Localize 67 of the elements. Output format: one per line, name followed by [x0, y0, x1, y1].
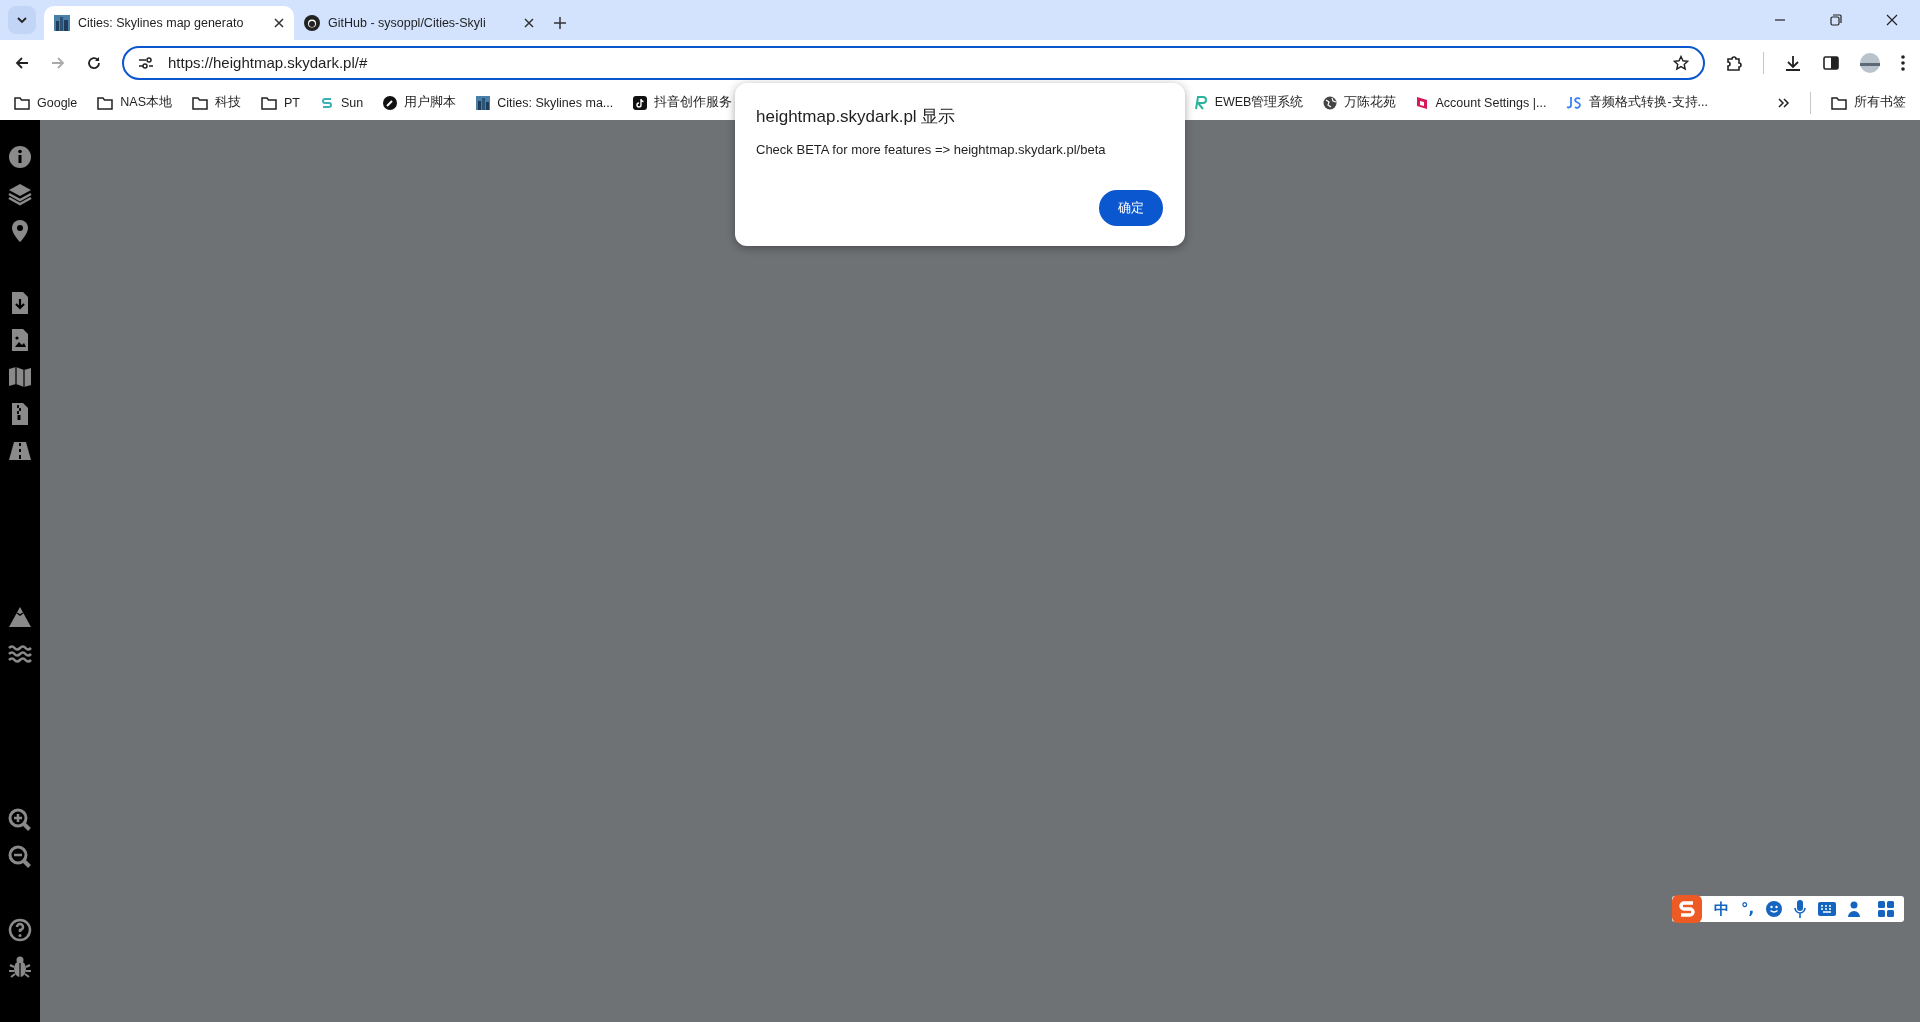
folder-icon [1831, 95, 1847, 110]
close-icon[interactable] [524, 18, 534, 28]
bookmark-item[interactable]: 科技 [192, 94, 241, 111]
road-icon[interactable] [8, 439, 32, 463]
folder-icon [192, 95, 208, 110]
map-icon[interactable] [8, 365, 32, 389]
more-menu-icon[interactable] [1900, 53, 1906, 72]
close-icon[interactable] [1886, 14, 1898, 26]
punctuation-toggle[interactable]: °, [1741, 900, 1755, 918]
reload-icon[interactable] [86, 54, 102, 71]
back-arrow-icon[interactable] [14, 54, 30, 71]
bookmark-item[interactable]: Sun [320, 95, 364, 110]
download-icon[interactable] [1784, 53, 1802, 72]
url-text: https://heightmap.skydark.pl/# [168, 54, 368, 71]
bookmark-item[interactable]: EWEB管理系统 [1191, 94, 1304, 111]
js-logo-icon [1566, 95, 1583, 110]
address-bar[interactable]: https://heightmap.skydark.pl/# [122, 45, 1705, 80]
bookmark-item[interactable]: 万陈花苑 [1323, 94, 1397, 111]
new-tab-icon[interactable] [554, 17, 566, 29]
smiley-icon[interactable] [1766, 901, 1783, 917]
bug-icon[interactable] [8, 955, 32, 979]
bookmark-item[interactable]: 用户脚本 [383, 94, 457, 111]
chevron-down-icon [16, 14, 28, 26]
ok-button[interactable]: 确定 [1099, 190, 1163, 226]
star-icon[interactable] [1673, 54, 1689, 71]
music-note-icon [633, 95, 648, 110]
city-icon [476, 95, 491, 110]
profile-avatar-icon[interactable] [1860, 52, 1880, 73]
water-waves-icon[interactable] [8, 642, 32, 666]
close-icon[interactable] [274, 18, 284, 28]
site-settings-icon[interactable] [138, 55, 154, 70]
bookmark-item[interactable]: Google [14, 95, 78, 110]
chevron-double-right-icon[interactable] [1778, 96, 1790, 109]
folder-icon [97, 95, 114, 110]
grid-icon[interactable] [1878, 901, 1895, 917]
dialog-title: heightmap.skydark.pl 显示 [756, 106, 957, 128]
layers-icon[interactable] [8, 182, 32, 206]
bookmark-item[interactable]: PT [261, 95, 300, 110]
mountain-icon[interactable] [8, 605, 32, 629]
bookmark-item[interactable]: Cities: Skylines ma... [476, 95, 614, 110]
keyboard-icon[interactable] [1818, 902, 1837, 916]
folder-icon [261, 95, 277, 110]
browser-tab[interactable]: Cities: Skylines map generato [44, 6, 294, 40]
input-mode-toggle[interactable]: 中 [1714, 899, 1729, 919]
zoom-in-icon[interactable] [8, 808, 32, 832]
info-icon[interactable] [8, 145, 32, 169]
bookmark-item[interactable]: 音频格式转换-支持... [1566, 94, 1708, 111]
microphone-icon[interactable] [1794, 900, 1807, 918]
puzzle-icon[interactable] [1725, 53, 1743, 72]
globe-icon [1323, 95, 1338, 110]
letter-s-logo-icon[interactable] [1672, 895, 1702, 923]
dialog-message: Check BETA for more features => heightmap.skydark.pl/beta [756, 142, 1107, 157]
tab-title: Cities: Skylines map generato [78, 16, 245, 30]
bookmark-item[interactable]: Account Settings |... [1416, 95, 1547, 110]
tab-search-button[interactable] [8, 6, 36, 34]
folder-icon [14, 95, 30, 110]
bookmark-item[interactable]: 抖音创作服务 [633, 94, 733, 111]
browser-tab[interactable]: GitHub - sysoppl/Cities-Skyli [294, 6, 544, 40]
side-panel-icon[interactable] [1822, 53, 1840, 72]
zoom-out-icon[interactable] [8, 845, 32, 869]
all-bookmarks-folder[interactable]: 所有书签 [1831, 94, 1906, 111]
tab-title: GitHub - sysoppl/Cities-Skyli [328, 16, 487, 30]
letter-s-icon [320, 95, 334, 110]
restore-icon[interactable] [1830, 14, 1842, 26]
bookmark-item[interactable]: NAS本地 [97, 94, 172, 111]
help-icon[interactable] [8, 918, 32, 942]
city-icon [54, 15, 70, 31]
